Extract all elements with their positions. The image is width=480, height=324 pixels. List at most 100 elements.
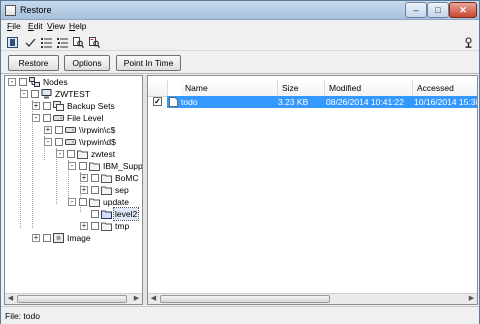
column-header-accessed[interactable]: Accessed [413,80,477,97]
find-icon[interactable] [73,37,84,48]
folder-icon [89,162,100,171]
options-button[interactable]: Options [64,55,110,71]
tree-node-label: File Level [67,113,104,123]
tree-node-update[interactable]: - update [5,196,142,208]
find-next-icon[interactable] [89,37,100,48]
tree-node-ibm-support[interactable]: - IBM_Suppo [5,160,142,172]
tree-checkbox[interactable] [91,210,99,218]
file-accessed-cell: 10/16/2014 15:38 [414,97,478,107]
tree-pane[interactable]: - Nodes - ZWTEST + Backup Sets - File Le… [4,75,143,305]
restore-button[interactable]: Restore [8,55,59,71]
tree-node-level2[interactable]: level2 [5,207,142,221]
tree-node-label: zwtest [91,149,116,159]
menu-bar: File Edit View Help [1,20,479,34]
tree-node-sep[interactable]: + sep [5,184,142,196]
column-header-modified[interactable]: Modified [325,80,413,97]
maximize-button[interactable]: □ [427,2,449,18]
scroll-right-icon[interactable]: ▶ [131,294,142,304]
title-bar[interactable]: Restore – □ ✕ [1,1,479,20]
expand-icon[interactable]: + [44,126,52,134]
column-header-name[interactable]: Name [181,80,278,97]
minimize-button[interactable]: – [405,2,427,18]
checkmark-icon[interactable] [25,37,36,48]
open-folder-icon [101,210,112,219]
tree-checkbox[interactable] [91,186,99,194]
checkbox-column-header[interactable] [148,80,168,97]
collapse-icon[interactable]: - [20,90,28,98]
tree-horizontal-scrollbar[interactable]: ◀ ▶ [5,293,142,304]
network-nodes-icon [29,77,40,87]
file-size-cell: 3.23 KB [278,97,309,107]
collapse-icon[interactable]: - [56,150,64,158]
folder-icon [89,198,100,207]
tree-node-label: tmp [115,221,130,231]
tree-node-zwtest-folder[interactable]: - zwtest [5,148,142,160]
expand-icon[interactable]: + [80,174,88,182]
file-name-cell: todo [181,97,198,107]
tree-checkbox[interactable] [19,78,27,86]
menu-view[interactable]: View [47,21,65,31]
expand-icon[interactable]: + [80,186,88,194]
tree-node-label: \\rpwin\c$ [79,125,116,135]
folder-icon [77,150,88,159]
tree-node-label: level2 [112,207,140,221]
menu-edit[interactable]: Edit [28,21,43,31]
tree-node-file-level[interactable]: - File Level [5,112,142,124]
collapse-icon[interactable]: - [68,162,76,170]
file-list-pane[interactable]: Name Size Modified Accessed ✓ todo 3.23 … [147,75,478,305]
scroll-left-icon[interactable]: ◀ [5,294,16,304]
tree-node-rpwin-c[interactable]: + \\rpwin\c$ [5,124,142,136]
expand-icon[interactable]: + [32,234,40,242]
scrollbar-thumb[interactable] [160,295,330,303]
tree-node-bomc[interactable]: + BoMC [5,172,142,184]
image-icon [53,233,64,243]
tree-node-image[interactable]: + Image [5,232,142,244]
tree-checkbox[interactable] [67,150,75,158]
table-row[interactable]: todo 3.23 KB 08/26/2014 10:41:22 10/16/2… [167,96,478,108]
tree-checkbox[interactable] [43,102,51,110]
column-header-size[interactable]: Size [278,80,325,97]
scroll-left-icon[interactable]: ◀ [148,294,159,304]
tree-node-label: IBM_Suppo [103,161,143,171]
scroll-right-icon[interactable]: ▶ [466,294,477,304]
tree-node-tmp[interactable]: + tmp [5,220,142,232]
tree-checkbox[interactable] [31,90,39,98]
tree-node-zwtest[interactable]: - ZWTEST [5,88,142,100]
tree-node-label: sep [115,185,129,195]
tree-node-rpwin-d[interactable]: - \\rpwin\d$ [5,136,142,148]
tree-checkbox[interactable] [79,198,87,206]
point-in-time-button[interactable]: Point In Time [116,55,181,71]
tree-checkbox[interactable] [43,234,51,242]
tree-checkbox[interactable] [55,138,63,146]
tree-checkbox[interactable] [55,126,63,134]
list-view-icon[interactable] [41,37,52,48]
file-row-checkbox[interactable]: ✓ [153,97,162,106]
menu-file[interactable]: File [7,21,21,31]
tree-checkbox[interactable] [43,114,51,122]
tree-checkbox[interactable] [79,162,87,170]
tree-node-label: ZWTEST [55,89,90,99]
status-text: File: todo [5,311,40,321]
tree-node-nodes[interactable]: - Nodes [5,76,142,88]
drive-icon [65,139,76,145]
tree-checkbox[interactable] [91,174,99,182]
collapse-icon[interactable]: - [8,78,16,86]
close-button[interactable]: ✕ [449,2,477,18]
scrollbar-thumb[interactable] [17,295,127,303]
menu-help[interactable]: Help [69,21,86,31]
tree-node-backup-sets[interactable]: + Backup Sets [5,100,142,112]
help-icon[interactable] [463,37,474,48]
tree-node-label: Nodes [43,77,68,87]
backup-sets-icon [53,101,64,111]
collapse-icon[interactable]: - [32,114,40,122]
tree-view-icon[interactable] [7,37,18,48]
collapse-icon[interactable]: - [44,138,52,146]
menu-help-label: elp [75,21,87,31]
collapse-icon[interactable]: - [68,198,76,206]
expand-icon[interactable]: + [80,222,88,230]
file-list-horizontal-scrollbar[interactable]: ◀ ▶ [148,293,477,304]
menu-file-label: ile [12,21,21,31]
expand-icon[interactable]: + [32,102,40,110]
detail-list-icon[interactable] [57,37,68,48]
tree-checkbox[interactable] [91,222,99,230]
